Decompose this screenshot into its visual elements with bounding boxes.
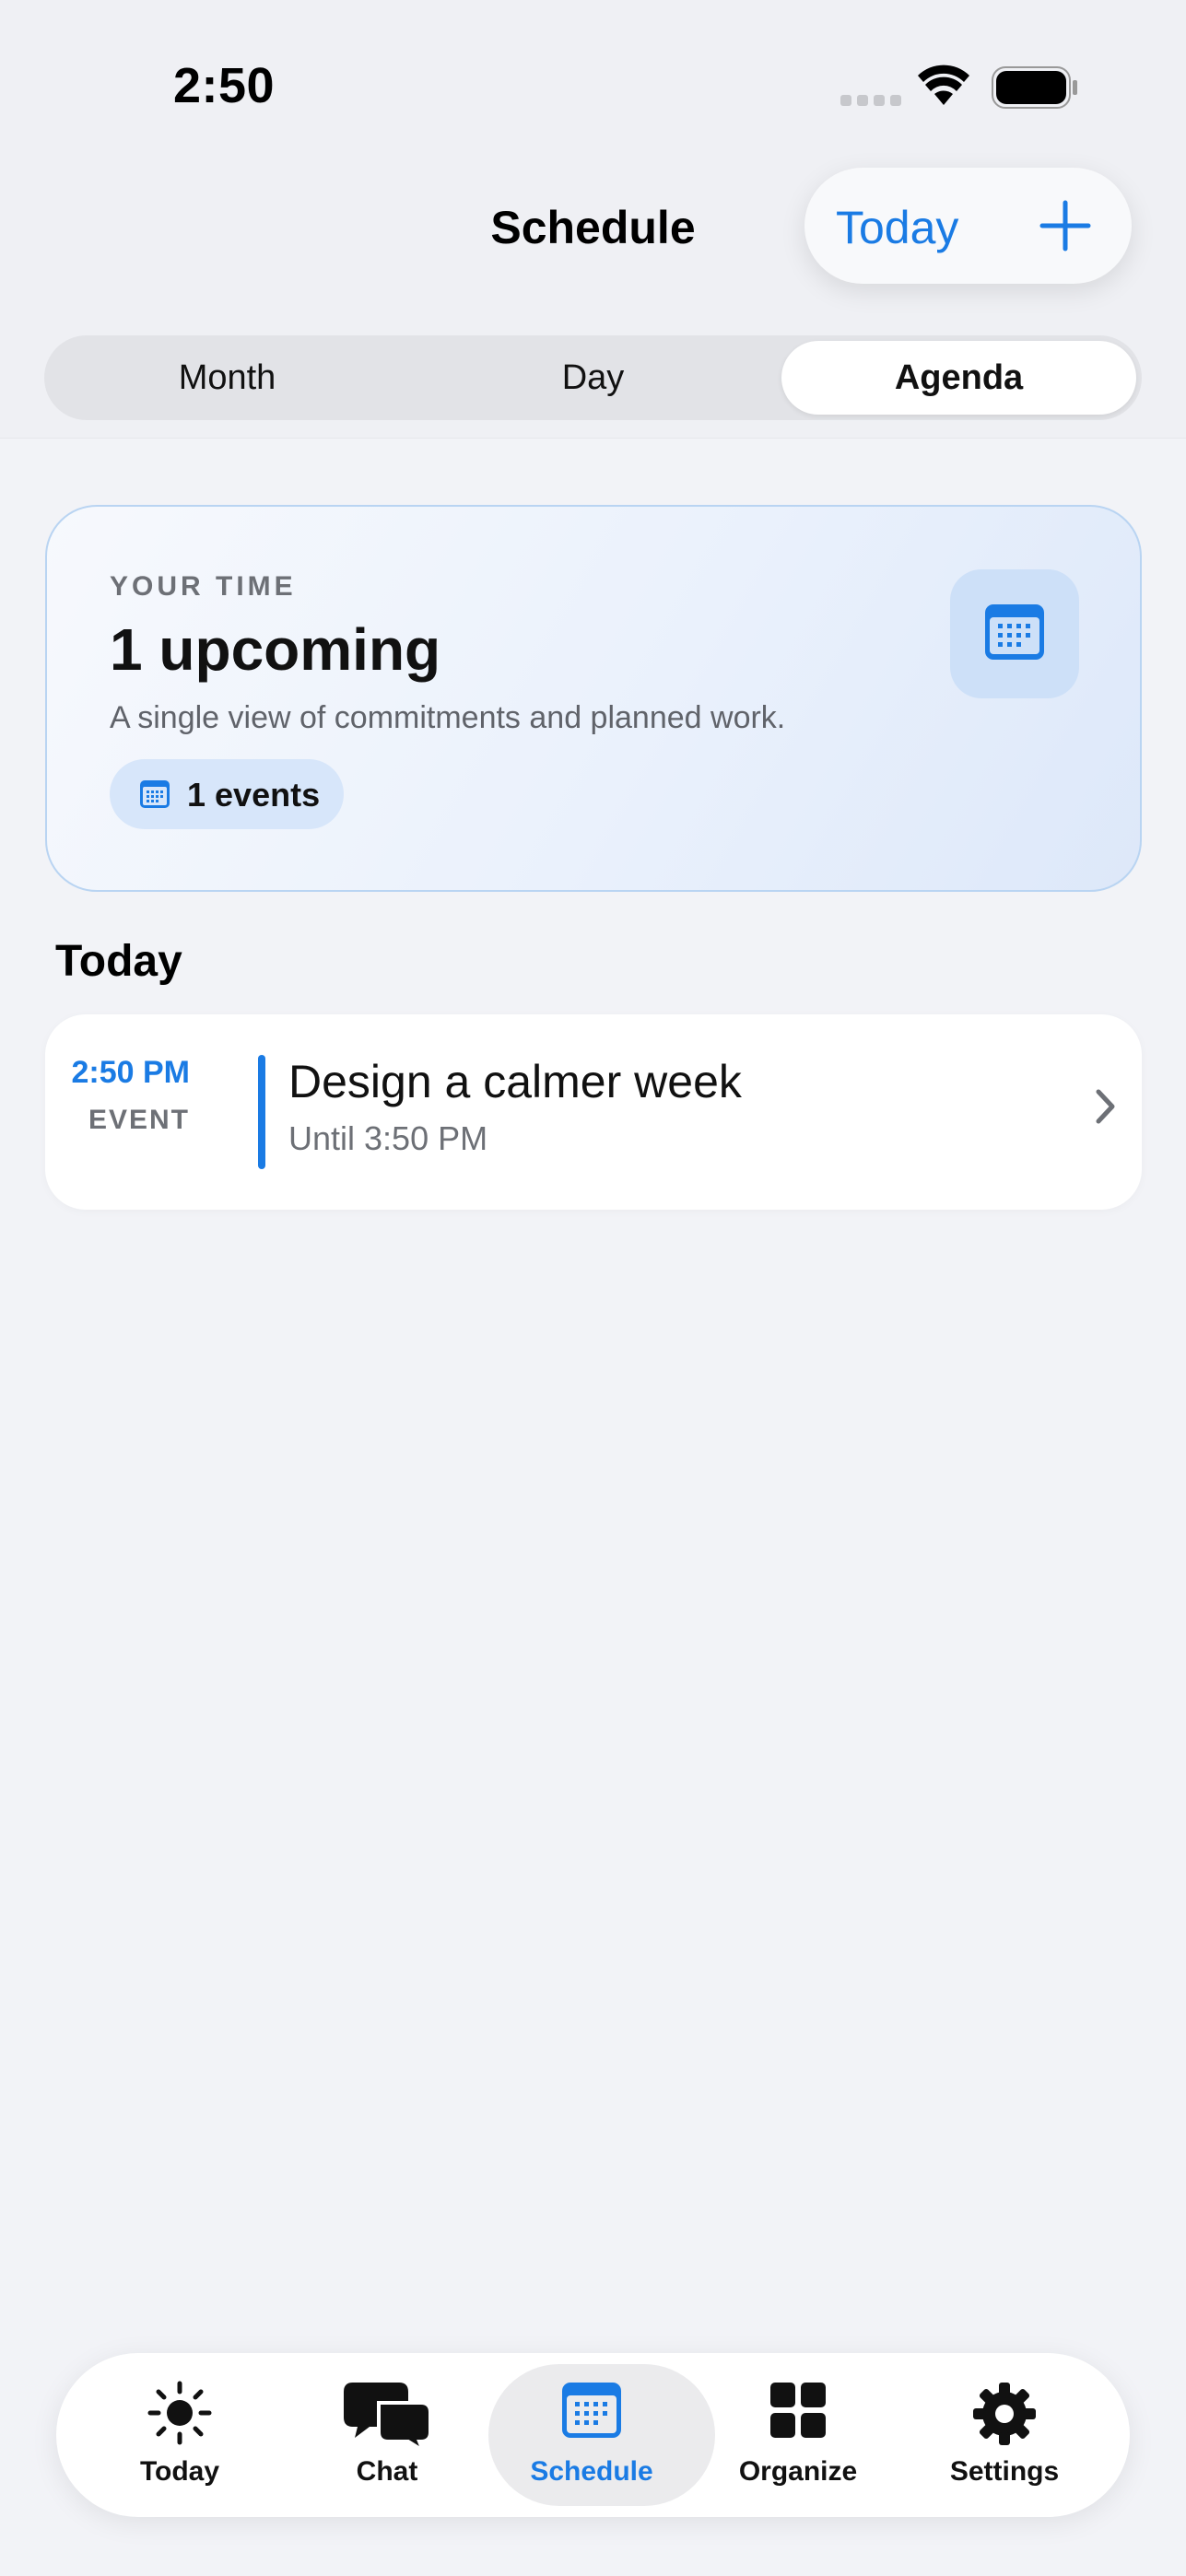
add-event-button[interactable] [1039, 199, 1092, 252]
chevron-right-icon [1096, 1089, 1115, 1124]
tab-bar: Today Chat Schedule Organize Settings [56, 2353, 1130, 2517]
tab-schedule[interactable]: Schedule [488, 2353, 715, 2517]
header-actions: Today [804, 168, 1132, 284]
event-accent-bar [258, 1055, 265, 1169]
summary-card: YOUR TIME 1 upcoming A single view of co… [45, 505, 1142, 892]
segment-day[interactable]: Day [410, 335, 776, 420]
tab-label: Chat [356, 2456, 418, 2487]
grid-icon [770, 2383, 826, 2438]
event-end-time: Until 3:50 PM [288, 1119, 488, 1157]
events-count-chip[interactable]: 1 events [110, 759, 344, 829]
tab-today[interactable]: Today [88, 2353, 272, 2517]
calendar-icon [562, 2383, 621, 2438]
status-time: 2:50 [173, 58, 276, 113]
upcoming-count: 1 upcoming [110, 616, 441, 683]
summary-subtitle: A single view of commitments and planned… [110, 700, 786, 735]
status-bar: 2:50 [0, 0, 1186, 166]
gear-icon [973, 2383, 1036, 2445]
section-title-today: Today [55, 937, 182, 986]
battery-icon [992, 66, 1077, 109]
sun-icon [147, 2381, 212, 2445]
tab-organize[interactable]: Organize [706, 2353, 890, 2517]
chat-bubbles-icon [344, 2383, 432, 2451]
event-kind: EVENT [88, 1105, 190, 1135]
calendar-tile [950, 569, 1079, 698]
summary-eyebrow: YOUR TIME [110, 571, 297, 602]
events-count-label: 1 events [187, 776, 321, 814]
wifi-icon [918, 64, 969, 105]
segment-month[interactable]: Month [44, 335, 410, 420]
event-start-time: 2:50 PM [71, 1055, 191, 1090]
calendar-icon [140, 780, 170, 808]
view-switcher: Month Day Agenda [44, 335, 1142, 420]
tab-label: Schedule [530, 2456, 653, 2487]
tab-label: Today [139, 2456, 220, 2487]
calendar-icon [985, 604, 1044, 660]
tab-label: Organize [738, 2456, 858, 2487]
event-title: Design a calmer week [288, 1056, 742, 1107]
segment-agenda[interactable]: Agenda [781, 341, 1136, 415]
tab-settings[interactable]: Settings [912, 2353, 1097, 2517]
cellular-signal-icon [840, 95, 901, 106]
today-button[interactable]: Today [836, 201, 958, 254]
tab-label: Settings [949, 2456, 1060, 2487]
agenda-event-row[interactable]: 2:50 PM EVENT Design a calmer week Until… [45, 1014, 1142, 1210]
tab-chat[interactable]: Chat [295, 2353, 479, 2517]
